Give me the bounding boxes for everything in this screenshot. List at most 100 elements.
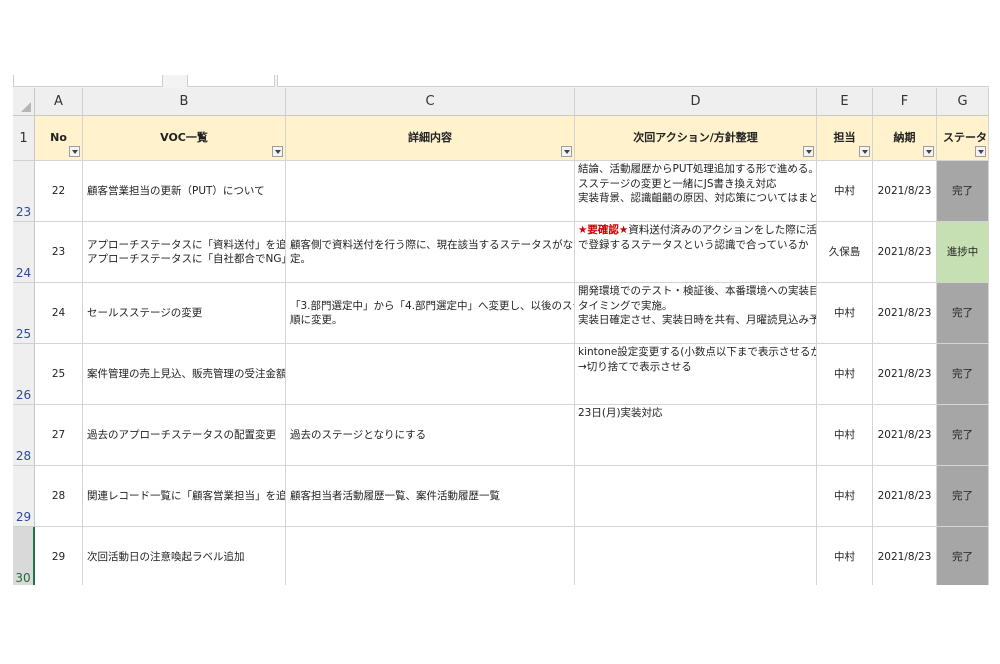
header-cell-owner[interactable]: 担当 [817, 116, 873, 161]
cell-action[interactable]: 結論、活動履歴からPUT処理追加する形で進める。※セールスステージの変更と一緒に… [575, 161, 817, 222]
cell-owner[interactable]: 中村 [817, 344, 873, 405]
row-header-1[interactable]: 1 [13, 116, 35, 161]
cell-no[interactable]: 28 [35, 466, 83, 527]
cell-owner-text: 久保島 [828, 245, 861, 258]
filter-dropdown-button[interactable] [923, 146, 934, 157]
chevron-down-icon [925, 149, 932, 154]
cell-action[interactable] [575, 527, 817, 585]
column-header-g[interactable]: G [937, 88, 989, 116]
row-header[interactable]: 26 [13, 344, 35, 405]
cell-due-text: 2021/8/23 [877, 306, 932, 319]
cell-voc[interactable]: 顧客営業担当の更新（PUT）について [83, 161, 286, 222]
cell-voc[interactable]: 案件管理の売上見込、販売管理の受注金額を小数点第1位までOKとする [83, 344, 286, 405]
column-header-b[interactable]: B [83, 88, 286, 116]
cell-action-text: ★要確認★資料送付済みのアクションをした際に活動履歴側で登録するステータスという… [578, 223, 816, 252]
header-cell-due[interactable]: 納期 [873, 116, 937, 161]
cell-action[interactable]: 23日(月)実装対応 [575, 405, 817, 466]
name-box[interactable] [13, 75, 163, 87]
cell-detail[interactable]: 過去のステージとなりにする [286, 405, 575, 466]
cell-status[interactable]: 完了 [937, 466, 989, 527]
filter-dropdown-button[interactable] [803, 146, 814, 157]
cell-voc[interactable]: 過去のアプローチステータスの配置変更 [83, 405, 286, 466]
cell-detail[interactable] [286, 161, 575, 222]
row-header[interactable]: 25 [13, 283, 35, 344]
header-cell-voc[interactable]: VOC一覧 [83, 116, 286, 161]
cell-owner[interactable]: 中村 [817, 466, 873, 527]
cell-voc-text: 顧客営業担当の更新（PUT）について [87, 184, 265, 199]
cell-status-text: 完了 [952, 550, 973, 563]
cell-no[interactable]: 23 [35, 222, 83, 283]
cell-due[interactable]: 2021/8/23 [873, 222, 937, 283]
header-cell-detail[interactable]: 詳細内容 [286, 116, 575, 161]
cell-status[interactable]: 完了 [937, 161, 989, 222]
cell-due-text: 2021/8/23 [877, 428, 932, 441]
cell-detail[interactable]: 顧客側で資料送付を行う際に、現在該当するステータスがないため追加予定。 [286, 222, 575, 283]
detail-line: 定。 [290, 253, 311, 265]
cell-due[interactable]: 2021/8/23 [873, 283, 937, 344]
cell-status-text: 完了 [952, 184, 973, 197]
formula-input[interactable] [277, 75, 989, 87]
detail-line: 「3.部門選定中」から「4.部門選定中」へ変更し、以後のステージの項番も [290, 299, 574, 312]
row-header[interactable]: 29 [13, 466, 35, 527]
cell-due[interactable]: 2021/8/23 [873, 527, 937, 585]
column-header-d[interactable]: D [575, 88, 817, 116]
header-cell-status[interactable]: ステータス [937, 116, 989, 161]
cell-no-text: 29 [51, 550, 66, 563]
row-header[interactable]: 30 [13, 527, 35, 585]
cell-due[interactable]: 2021/8/23 [873, 466, 937, 527]
header-cell-action[interactable]: 次回アクション/方針整理 [575, 116, 817, 161]
cell-detail[interactable] [286, 527, 575, 585]
row-header[interactable]: 24 [13, 222, 35, 283]
cell-no[interactable]: 29 [35, 527, 83, 585]
cell-owner[interactable]: 久保島 [817, 222, 873, 283]
cell-voc[interactable]: 次回活動日の注意喚起ラベル追加 [83, 527, 286, 585]
filter-dropdown-button[interactable] [272, 146, 283, 157]
detail-line: 顧客担当者活動履歴一覧、案件活動履歴一覧 [290, 489, 500, 502]
cell-status[interactable]: 完了 [937, 527, 989, 585]
cell-status[interactable]: 完了 [937, 405, 989, 466]
row-header[interactable]: 28 [13, 405, 35, 466]
cell-voc[interactable]: アプローチステータスに「資料送付」を追加 アプローチステータスに「自社都合でNG」 [83, 222, 286, 283]
function-box[interactable] [187, 75, 275, 87]
header-cell-no[interactable]: No [35, 116, 83, 161]
filter-dropdown-button[interactable] [561, 146, 572, 157]
column-header-c[interactable]: C [286, 88, 575, 116]
cell-no[interactable]: 22 [35, 161, 83, 222]
cell-no[interactable]: 24 [35, 283, 83, 344]
select-all-corner[interactable] [13, 88, 35, 116]
cell-owner[interactable]: 中村 [817, 283, 873, 344]
row-header[interactable]: 23 [13, 161, 35, 222]
cell-due[interactable]: 2021/8/23 [873, 344, 937, 405]
cell-owner[interactable]: 中村 [817, 527, 873, 585]
cell-no-text: 23 [51, 245, 66, 258]
cell-owner[interactable]: 中村 [817, 161, 873, 222]
cell-action[interactable]: 開発環境でのテスト・検証後、本番環境への実装目途ついたタイミングで実施。実装日確… [575, 283, 817, 344]
cell-no[interactable]: 25 [35, 344, 83, 405]
cell-detail[interactable]: 「3.部門選定中」から「4.部門選定中」へ変更し、以後のステージの項番も順に変更… [286, 283, 575, 344]
column-header-f[interactable]: F [873, 88, 937, 116]
cell-status[interactable]: 完了 [937, 344, 989, 405]
column-header-e[interactable]: E [817, 88, 873, 116]
cell-action[interactable]: kintone設定変更する(小数点以下まで表示させるかどうか) →切り捨てで表示さ… [575, 344, 817, 405]
cell-action[interactable]: ★要確認★資料送付済みのアクションをした際に活動履歴側で登録するステータスという… [575, 222, 817, 283]
action-line: 結論、活動履歴からPUT処理追加する形で進める。※セール [578, 163, 817, 175]
cell-status[interactable]: 進捗中 [937, 222, 989, 283]
cell-detail[interactable] [286, 344, 575, 405]
cell-due[interactable]: 2021/8/23 [873, 405, 937, 466]
cell-owner[interactable]: 中村 [817, 405, 873, 466]
cell-owner-text: 中村 [834, 306, 855, 319]
filter-dropdown-button[interactable] [69, 146, 80, 157]
cell-voc[interactable]: セールスステージの変更 [83, 283, 286, 344]
cell-due[interactable]: 2021/8/23 [873, 161, 937, 222]
chevron-down-icon [805, 149, 812, 154]
cell-action[interactable] [575, 466, 817, 527]
cell-no[interactable]: 27 [35, 405, 83, 466]
filter-dropdown-button[interactable] [859, 146, 870, 157]
action-line: で登録するステータスという認識で合っているか [578, 238, 809, 251]
chevron-down-icon [861, 149, 868, 154]
cell-voc[interactable]: 関連レコード一覧に「顧客営業担当」を追加する [83, 466, 286, 527]
column-header-a[interactable]: A [35, 88, 83, 116]
filter-dropdown-button[interactable] [975, 146, 986, 157]
cell-detail[interactable]: 顧客担当者活動履歴一覧、案件活動履歴一覧 [286, 466, 575, 527]
cell-status[interactable]: 完了 [937, 283, 989, 344]
